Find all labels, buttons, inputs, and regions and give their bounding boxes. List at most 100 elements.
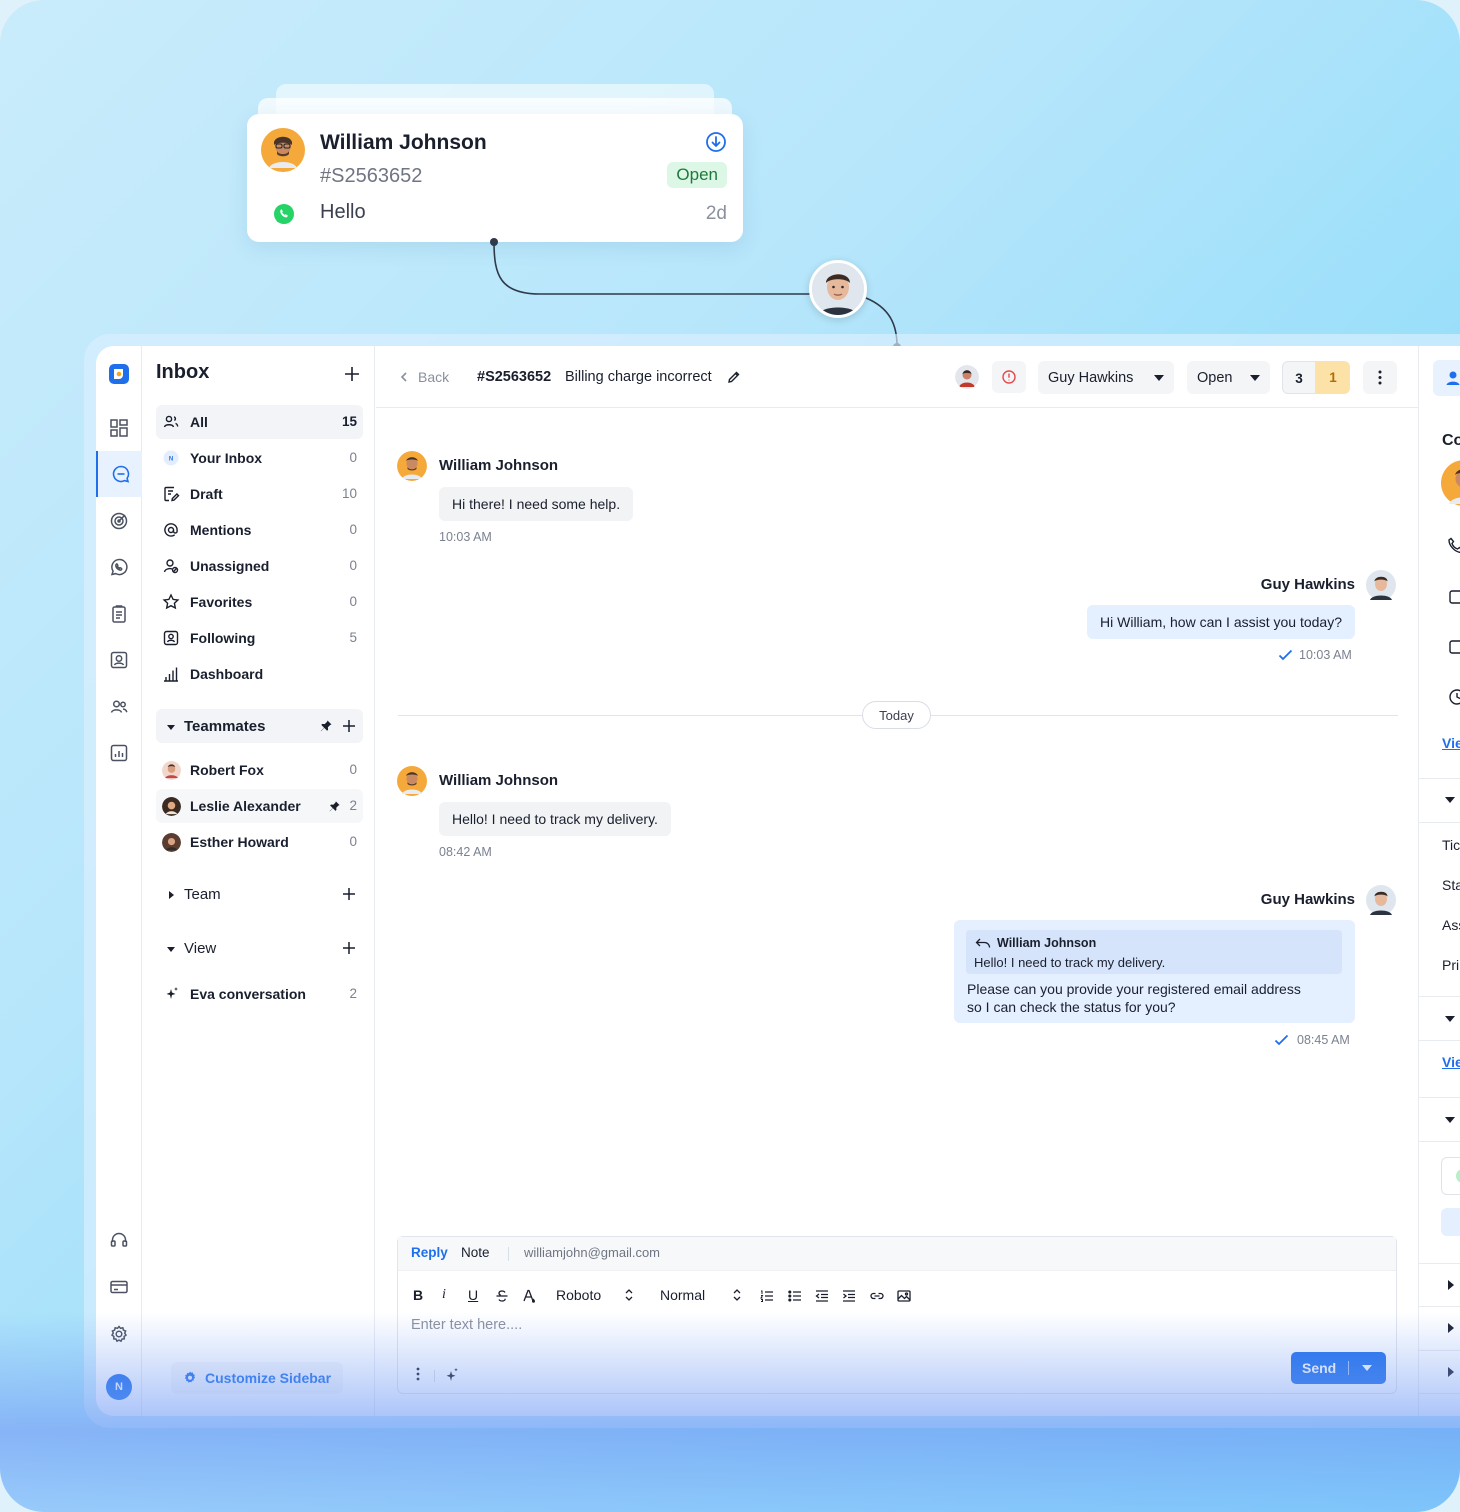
- whatsapp-rail-icon[interactable]: [108, 556, 130, 578]
- more-actions-icon[interactable]: [416, 1367, 420, 1381]
- users-icon: [163, 415, 179, 428]
- grid-icon[interactable]: [108, 417, 130, 439]
- team-section-header[interactable]: Team: [156, 877, 363, 911]
- view-item-eva-conversation[interactable]: Eva conversation 2: [156, 977, 363, 1011]
- app-window: N Inbox All 15 N Your Inbox 0 Draft 10 M…: [96, 346, 1460, 1416]
- divider: [1419, 1306, 1460, 1307]
- user-avatar[interactable]: N: [106, 1374, 132, 1400]
- caret-down-icon[interactable]: [1445, 797, 1455, 803]
- rail-item-inbox[interactable]: [96, 451, 142, 497]
- billing-card-icon[interactable]: [108, 1276, 130, 1298]
- add-team-icon[interactable]: [341, 886, 357, 902]
- recipient-email[interactable]: williamjohn@gmail.com: [524, 1245, 660, 1260]
- caret-down-icon[interactable]: [1445, 1016, 1455, 1022]
- caret-down-icon[interactable]: [1445, 1117, 1455, 1123]
- priority-alert-button[interactable]: [992, 361, 1026, 393]
- contact-tab-button[interactable]: [1433, 360, 1460, 396]
- report-icon[interactable]: [108, 742, 130, 764]
- headset-icon[interactable]: [108, 1229, 130, 1251]
- sidebar-item-draft[interactable]: Draft 10: [156, 477, 363, 511]
- tab-note[interactable]: Note: [461, 1245, 490, 1260]
- bold-button[interactable]: B: [413, 1287, 429, 1303]
- agent-avatar-small: [1366, 885, 1396, 915]
- strikethrough-icon[interactable]: [494, 1288, 510, 1304]
- sidebar-title: Inbox: [156, 361, 210, 383]
- ordered-list-icon[interactable]: [759, 1288, 775, 1304]
- user-unassigned-icon: [163, 559, 179, 574]
- back-button[interactable]: Back: [398, 369, 449, 385]
- device-icon[interactable]: [1447, 638, 1460, 656]
- italic-button[interactable]: i: [442, 1287, 458, 1303]
- underline-button[interactable]: U: [468, 1287, 484, 1303]
- phone-icon[interactable]: [1447, 536, 1460, 554]
- divider: [434, 1370, 435, 1382]
- view-more-link[interactable]: Vie: [1442, 735, 1460, 751]
- green-chip[interactable]: [1441, 1157, 1460, 1195]
- blue-chip[interactable]: [1441, 1208, 1460, 1236]
- tab-reply[interactable]: Reply: [411, 1245, 448, 1260]
- pin-icon[interactable]: [319, 719, 333, 733]
- link-icon[interactable]: [869, 1288, 885, 1304]
- view-more-link[interactable]: Vie: [1442, 1054, 1460, 1070]
- select-arrows-icon[interactable]: [624, 1288, 634, 1302]
- send-button[interactable]: Send: [1291, 1352, 1386, 1384]
- teammate-avatar: [162, 797, 181, 816]
- message-time: 10:03 AM: [439, 530, 492, 544]
- image-icon[interactable]: [896, 1288, 912, 1304]
- message-bubble: Hi William, how can I assist you today?: [1087, 605, 1355, 639]
- edit-pencil-icon[interactable]: [726, 369, 742, 385]
- sidebar-item-all[interactable]: All 15: [156, 405, 363, 439]
- device-icon[interactable]: [1447, 588, 1460, 606]
- teammate-esther-howard[interactable]: Esther Howard 0: [156, 825, 363, 859]
- clipboard-icon[interactable]: [108, 603, 130, 625]
- bullet-list-icon[interactable]: [787, 1288, 803, 1304]
- sidebar-item-your-inbox[interactable]: N Your Inbox 0: [156, 441, 363, 475]
- teammate-avatar: [162, 761, 181, 780]
- star-icon: [162, 593, 180, 610]
- font-family-select[interactable]: Roboto: [556, 1287, 601, 1303]
- sidebar-item-favorites[interactable]: Favorites 0: [156, 585, 363, 619]
- team-icon[interactable]: [108, 696, 130, 718]
- add-icon[interactable]: [343, 365, 361, 383]
- caret-right-icon[interactable]: [1448, 1367, 1454, 1377]
- divider: [1419, 822, 1460, 823]
- radar-icon[interactable]: [108, 510, 130, 532]
- indent-increase-icon[interactable]: [841, 1288, 857, 1304]
- indent-decrease-icon[interactable]: [814, 1288, 830, 1304]
- select-arrows-icon[interactable]: [732, 1288, 742, 1302]
- teammate-robert-fox[interactable]: Robert Fox 0: [156, 753, 363, 787]
- assignee-dropdown[interactable]: Guy Hawkins: [1038, 361, 1174, 394]
- sidebar-item-mentions[interactable]: Mentions 0: [156, 513, 363, 547]
- send-options-caret-icon[interactable]: [1362, 1365, 1372, 1371]
- count-badge-total[interactable]: 3: [1282, 361, 1316, 394]
- message-input[interactable]: Enter text here....: [411, 1317, 522, 1333]
- count-badge-unread[interactable]: 1: [1316, 361, 1350, 394]
- text-color-icon[interactable]: [521, 1288, 537, 1304]
- add-view-icon[interactable]: [341, 940, 357, 956]
- font-size-select[interactable]: Normal: [660, 1287, 705, 1303]
- pin-icon[interactable]: [328, 800, 341, 813]
- sidebar-item-dashboard[interactable]: Dashboard: [156, 657, 363, 691]
- status-dropdown[interactable]: Open: [1187, 361, 1270, 394]
- sidebar-item-following[interactable]: Following 5: [156, 621, 363, 655]
- reply-composer: Reply Note williamjohn@gmail.com B i U R…: [397, 1236, 1397, 1394]
- quoted-message[interactable]: William Johnson Hello! I need to track m…: [966, 930, 1342, 974]
- teammate-leslie-alexander[interactable]: Leslie Alexander 2: [156, 789, 363, 823]
- view-section-header[interactable]: View: [156, 931, 363, 965]
- caret-right-icon[interactable]: [1448, 1280, 1454, 1290]
- sent-check-icon: [1278, 649, 1293, 661]
- add-teammate-icon[interactable]: [341, 718, 357, 734]
- sidebar-item-unassigned[interactable]: Unassigned 0: [156, 549, 363, 583]
- teammates-section-header[interactable]: Teammates: [156, 709, 363, 743]
- clock-icon[interactable]: [1447, 688, 1460, 706]
- contact-card-icon[interactable]: [108, 649, 130, 671]
- customize-sidebar-button[interactable]: Customize Sidebar: [171, 1362, 343, 1394]
- logo-icon[interactable]: [108, 363, 130, 385]
- caret-right-icon[interactable]: [1448, 1323, 1454, 1333]
- alert-circle-icon: [1002, 370, 1016, 384]
- settings-gear-icon[interactable]: [108, 1323, 130, 1345]
- panel-heading: Co: [1442, 432, 1460, 449]
- more-options-button[interactable]: [1363, 361, 1397, 394]
- message-time: 08:45 AM: [1297, 1033, 1350, 1047]
- ai-sparkle-icon[interactable]: [445, 1367, 459, 1382]
